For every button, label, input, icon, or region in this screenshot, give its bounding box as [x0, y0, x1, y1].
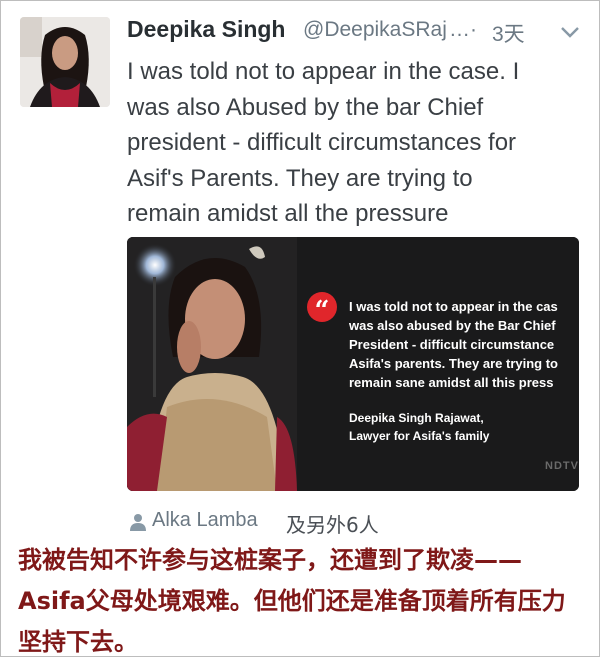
tweet-media[interactable]: “ I was told not to appear in the cas wa… [127, 237, 579, 491]
author-name[interactable]: Deepika Singh [127, 16, 285, 43]
separator-dot: · [470, 18, 477, 41]
author-handle[interactable]: @DeepikaSRaj [303, 18, 468, 42]
media-attribution: Deepika Singh Rajawat, Lawyer for Asifa'… [349, 411, 490, 443]
chevron-down-icon[interactable] [560, 24, 580, 43]
tweet-header: Deepika Singh @DeepikaSRaj … · 3天 [127, 16, 587, 50]
quote-icon: “ [307, 292, 337, 326]
author-avatar[interactable] [20, 17, 110, 107]
tweet-timestamp[interactable]: 3天 [492, 18, 525, 48]
tweet-text: I was told not to appear in the case. I … [127, 58, 520, 227]
retweet-others[interactable]: 及另外6人 [286, 509, 379, 538]
ndtv-watermark: NDTV [545, 460, 579, 472]
person-icon [130, 513, 146, 535]
retweeter-name[interactable]: Alka Lamba [152, 509, 258, 532]
chinese-caption: 我被告知不许参与这桩案子，还遭到了欺凌——Asifa父母处境艰难。但他们还是准备… [18, 546, 566, 656]
handle-ellipsis: … [449, 18, 470, 41]
media-quote-text: I was told not to appear in the cas was … [349, 299, 558, 390]
